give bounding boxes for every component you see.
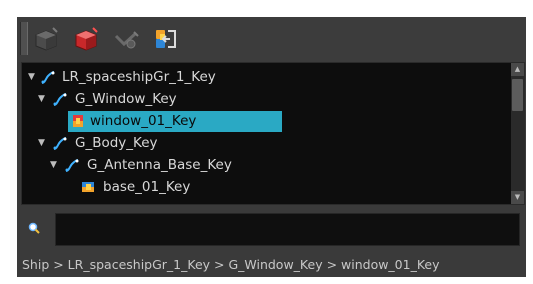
toolbar-grip[interactable] (20, 22, 28, 55)
peg-icon (114, 31, 139, 49)
red-cube-icon (75, 27, 98, 51)
search-icon (27, 220, 41, 234)
expand-arrow-icon[interactable]: ▼ (28, 66, 38, 88)
tree-row-label: window_01_Key (90, 113, 197, 129)
group-node-icon (52, 91, 68, 107)
node-library-panel: ▼ LR_spaceshipGr_1_Key ▼ G_Window_Key wi… (17, 17, 526, 277)
expand-arrow-icon[interactable]: ▼ (50, 154, 60, 176)
group-node-icon (52, 135, 68, 151)
node-tree[interactable]: ▼ LR_spaceshipGr_1_Key ▼ G_Window_Key wi… (21, 62, 525, 205)
toolbar (17, 17, 526, 62)
group-node-icon (40, 69, 56, 85)
dark-cube-icon (35, 27, 58, 51)
create-key-button[interactable] (71, 24, 101, 54)
tree-row-label: G_Antenna_Base_Key (87, 157, 232, 173)
tree-row-label: base_01_Key (103, 179, 191, 195)
export-button[interactable] (151, 24, 181, 54)
tree-row-g-body[interactable]: ▼ G_Body_Key (22, 132, 510, 154)
tree-row-label: LR_spaceshipGr_1_Key (62, 69, 216, 85)
group-node-icon (64, 157, 80, 173)
peg-button[interactable] (111, 24, 141, 54)
scroll-down-arrow-icon[interactable]: ▼ (511, 191, 524, 204)
tree-row-label: G_Body_Key (75, 135, 158, 151)
drawing-node-icon (80, 179, 96, 195)
tree-row-g-window[interactable]: ▼ G_Window_Key (22, 88, 510, 110)
tree-row-g-antenna-base[interactable]: ▼ G_Antenna_Base_Key (22, 154, 510, 176)
export-icon (156, 30, 176, 48)
search-input[interactable] (55, 213, 520, 246)
tree-row-lr-spaceshipgr[interactable]: ▼ LR_spaceshipGr_1_Key (22, 66, 510, 88)
create-drawing-button[interactable] (31, 24, 61, 54)
expand-arrow-icon[interactable]: ▼ (38, 132, 48, 154)
tree-scrollbar[interactable]: ▲ ▼ (511, 63, 524, 204)
scroll-up-arrow-icon[interactable]: ▲ (511, 63, 524, 76)
tree-row-label: G_Window_Key (75, 91, 177, 107)
drawing-node-icon (70, 113, 86, 129)
tree-row-window-01[interactable]: window_01_Key (22, 110, 510, 132)
tree-row-base-01[interactable]: base_01_Key (22, 176, 510, 198)
breadcrumb: Ship > LR_spaceshipGr_1_Key > G_Window_K… (22, 257, 440, 272)
scrollbar-thumb[interactable] (512, 79, 523, 111)
expand-arrow-icon[interactable]: ▼ (38, 88, 48, 110)
